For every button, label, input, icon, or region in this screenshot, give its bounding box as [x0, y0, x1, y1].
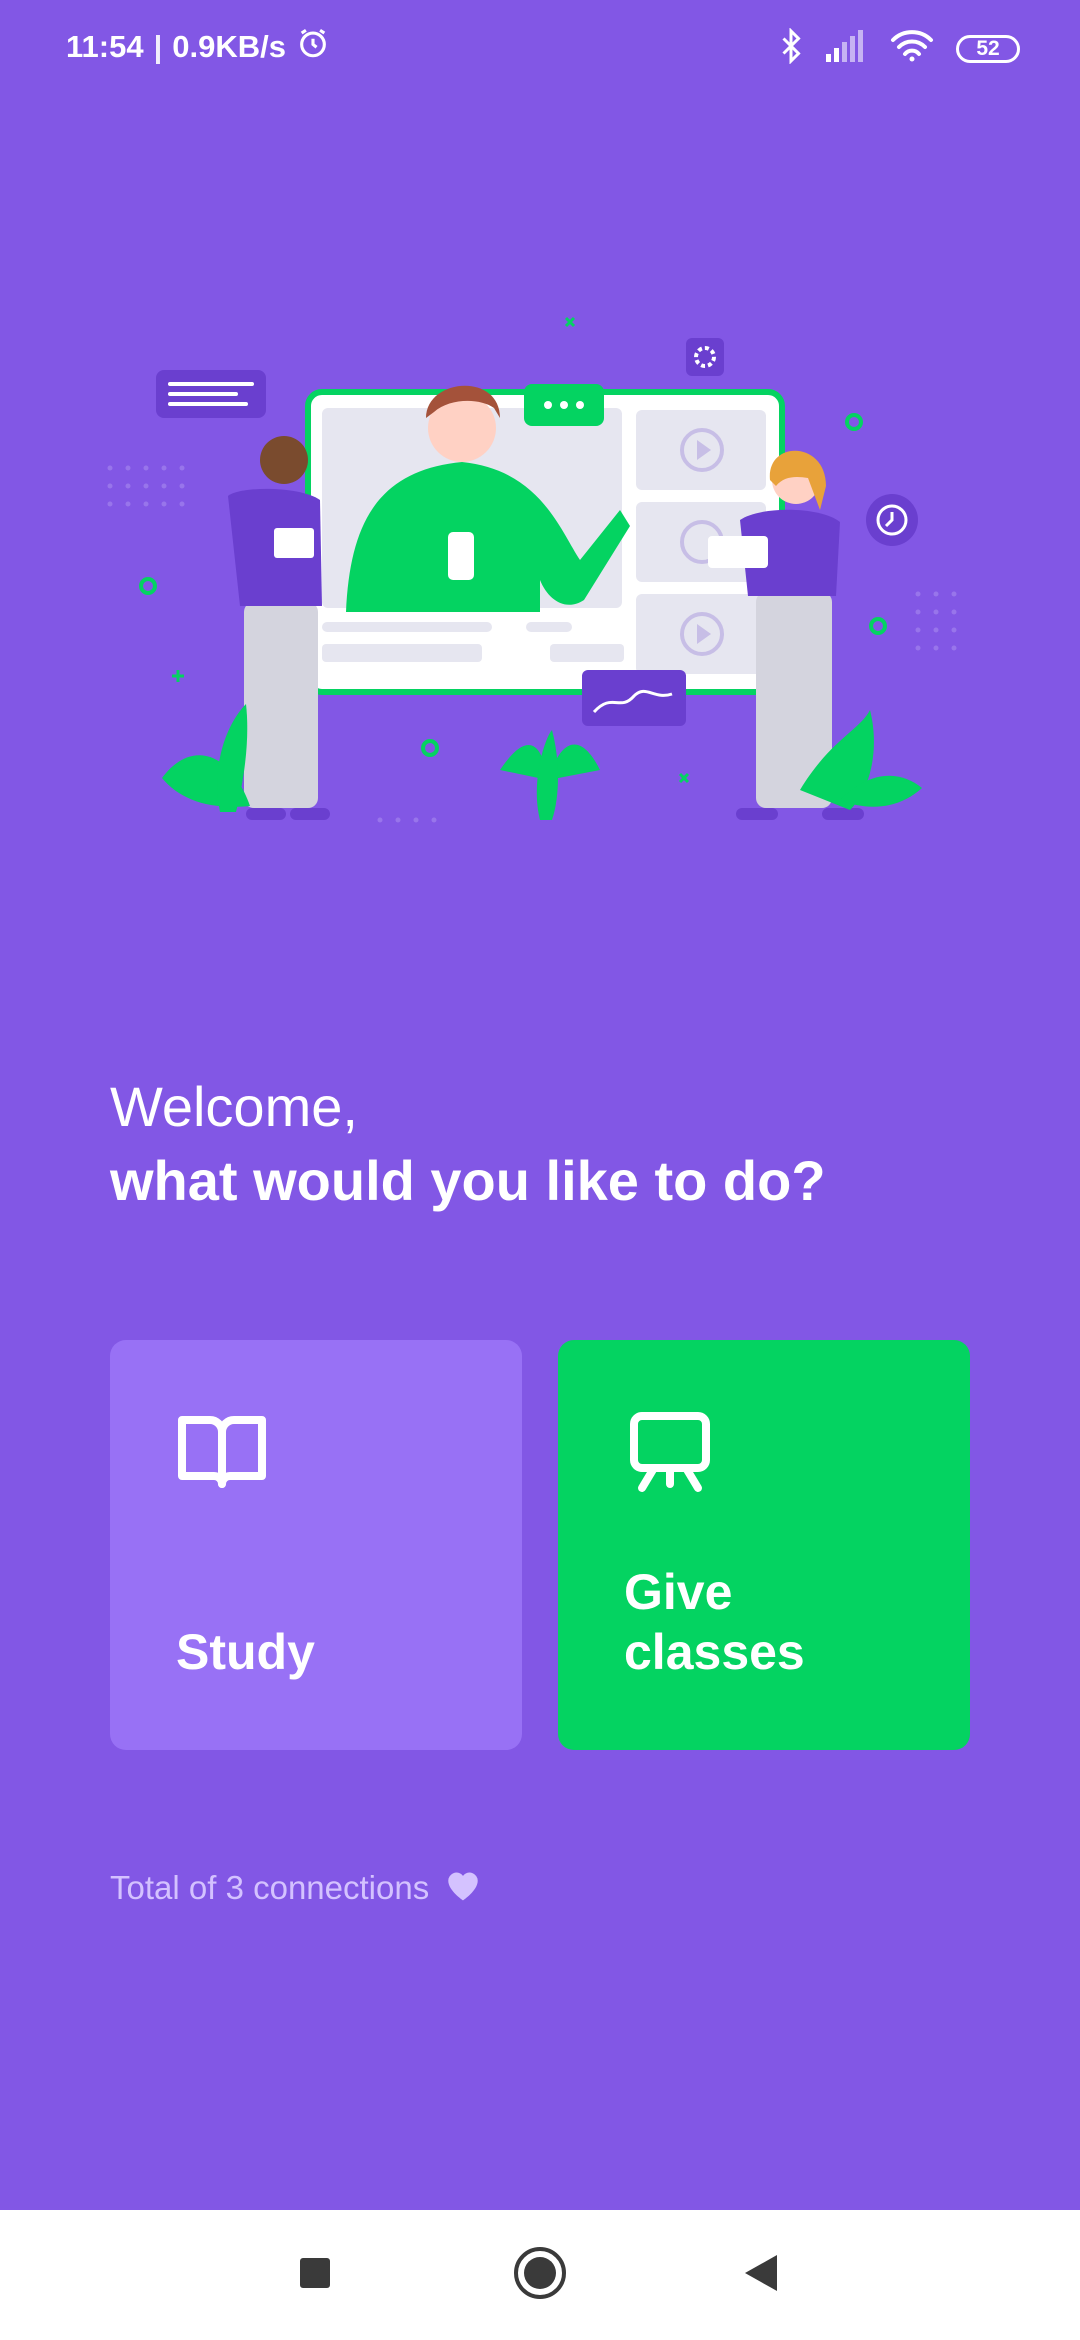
- study-button[interactable]: Study: [110, 1340, 522, 1750]
- online-class-illustration: [0, 300, 1080, 840]
- status-left: 11:54 | 0.9KB/s: [66, 26, 330, 68]
- give-classes-button[interactable]: Give classes: [558, 1340, 970, 1750]
- signal-icon: [826, 30, 868, 67]
- book-icon: [174, 1404, 270, 1505]
- battery-icon: 52: [956, 34, 1020, 63]
- home-button[interactable]: [504, 2210, 576, 2340]
- welcome-title: Welcome,: [110, 1075, 358, 1138]
- connections-summary: Total of 3 connections: [110, 1866, 483, 1910]
- give-classes-label: Give classes: [624, 1562, 805, 1682]
- study-label: Study: [176, 1624, 315, 1680]
- network-speed: 0.9KB/s: [172, 29, 286, 64]
- back-icon: [743, 2253, 779, 2298]
- recent-apps-icon: [298, 2256, 332, 2295]
- welcome-heading: Welcome, what would you like to do?: [110, 1072, 826, 1220]
- recent-apps-button[interactable]: [280, 2210, 350, 2340]
- give-classes-label-line2: classes: [624, 1624, 805, 1680]
- alarm-icon: [296, 26, 330, 68]
- back-button[interactable]: [726, 2210, 796, 2340]
- status-right: 52: [778, 27, 1020, 69]
- home-icon: [513, 2246, 567, 2305]
- status-bar: 11:54 | 0.9KB/s 52: [0, 0, 1080, 96]
- bluetooth-icon: [778, 27, 804, 69]
- heart-icon: [443, 1866, 483, 1910]
- wifi-icon: [890, 29, 934, 68]
- give-classes-label-line1: Give: [624, 1564, 733, 1620]
- welcome-question: what would you like to do?: [110, 1149, 826, 1212]
- status-separator: |: [153, 29, 163, 64]
- connections-text: Total of 3 connections: [110, 1869, 430, 1906]
- battery-level: 52: [976, 36, 1000, 60]
- presentation-board-icon: [622, 1404, 718, 1505]
- system-navigation-bar: [0, 2210, 1080, 2340]
- status-time: 11:54: [66, 29, 144, 64]
